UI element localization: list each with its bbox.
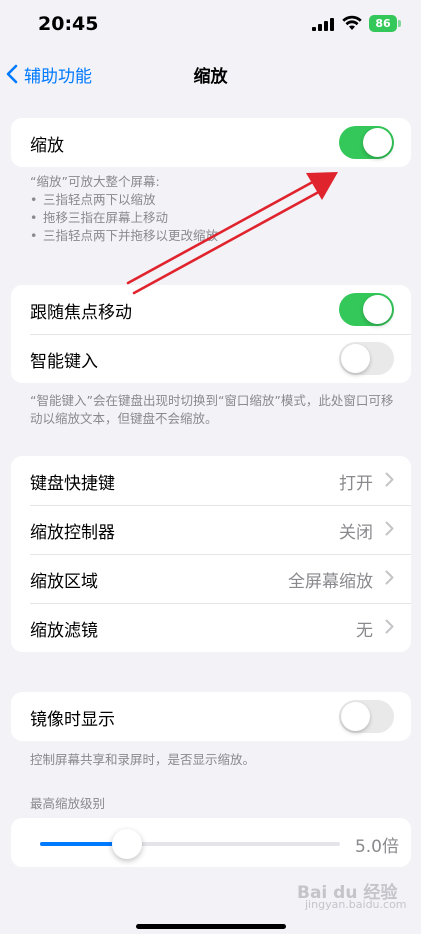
max-zoom-value: 5.0倍	[354, 837, 399, 857]
status-bar: 20:45 86	[0, 0, 421, 50]
zoom-label: 缩放	[30, 136, 64, 156]
option-value: 打开	[339, 474, 373, 494]
navigation-bar: 辅助功能 缩放	[0, 52, 421, 96]
battery-level: 86	[375, 17, 391, 30]
chevron-right-icon	[385, 570, 394, 585]
footnote-bullet: • 拖移三指在屏幕上移动	[30, 210, 169, 225]
footnote-bullet: • 三指轻点两下以缩放	[30, 192, 156, 207]
cellular-signal-icon	[312, 18, 334, 31]
zoom-options-group: 键盘快捷键 打开 缩放控制器 关闭 缩放区域 全屏幕缩放 缩放滤镜 无	[11, 456, 411, 652]
mirroring-label: 镜像时显示	[30, 710, 115, 730]
mirroring-group: 镜像时显示	[11, 692, 411, 741]
footnote-bullet: • 三指轻点两下并拖移以更改缩放	[30, 228, 219, 243]
zoom-row: 缩放	[11, 118, 411, 167]
smart-typing-label: 智能键入	[30, 352, 98, 372]
max-zoom-group: 5.0倍	[11, 818, 411, 867]
watermark-url: jingyan.baidu.com	[305, 898, 407, 911]
option-value: 关闭	[339, 523, 373, 543]
footnote-item: 三指轻点两下以缩放	[43, 192, 156, 207]
mirroring-toggle[interactable]	[339, 700, 394, 733]
battery-icon: 86	[369, 15, 397, 32]
option-label: 缩放滤镜	[30, 621, 98, 641]
max-zoom-header: 最高缩放级别	[30, 796, 106, 811]
focus-group: 跟随焦点移动 智能键入	[11, 285, 411, 383]
zoom-footnote-title: “缩放”可放大整个屏幕:	[30, 174, 160, 189]
chevron-right-icon	[385, 472, 394, 487]
footnote-item: 拖移三指在屏幕上移动	[43, 210, 169, 225]
mirroring-row: 镜像时显示	[11, 692, 411, 741]
option-label: 缩放控制器	[30, 523, 115, 543]
option-label: 键盘快捷键	[30, 474, 115, 494]
smart-typing-row: 智能键入	[11, 334, 411, 383]
page-title: 缩放	[193, 67, 228, 87]
wifi-icon	[342, 15, 362, 30]
slider-thumb[interactable]	[112, 829, 142, 859]
options-row-zoom-filter[interactable]: 缩放滤镜 无	[11, 603, 411, 652]
status-time: 20:45	[38, 13, 99, 35]
toggle-knob	[363, 295, 392, 324]
smart-typing-footnote: “智能键入”会在键盘出现时切换到“窗口缩放”模式，此处窗口可移动以缩放文本，但键…	[30, 393, 394, 426]
toggle-knob	[341, 702, 370, 731]
options-row-zoom-region[interactable]: 缩放区域 全屏幕缩放	[11, 554, 411, 603]
toggle-knob	[341, 344, 370, 373]
smart-typing-toggle[interactable]	[339, 342, 394, 375]
zoom-toggle[interactable]	[339, 126, 394, 159]
zoom-footnote: “缩放”可放大整个屏幕: • 三指轻点两下以缩放 • 拖移三指在屏幕上移动 • 三指轻…	[30, 173, 402, 245]
footnote-item: 三指轻点两下并拖移以更改缩放	[43, 228, 219, 243]
zoom-group: 缩放	[11, 118, 411, 167]
max-zoom-slider[interactable]	[40, 829, 340, 859]
options-row-keyboard-shortcuts[interactable]: 键盘快捷键 打开	[11, 456, 411, 505]
home-indicator[interactable]	[136, 924, 286, 929]
chevron-right-icon	[385, 619, 394, 634]
follow-focus-label: 跟随焦点移动	[30, 303, 132, 323]
follow-focus-row: 跟随焦点移动	[11, 285, 411, 334]
battery-tip	[398, 20, 401, 27]
follow-focus-toggle[interactable]	[339, 293, 394, 326]
mirroring-footnote: 控制屏幕共享和录屏时，是否显示缩放。	[30, 752, 256, 767]
chevron-right-icon	[385, 521, 394, 536]
option-label: 缩放区域	[30, 572, 98, 592]
options-row-zoom-controller[interactable]: 缩放控制器 关闭	[11, 505, 411, 554]
option-value: 无	[356, 621, 373, 641]
option-value: 全屏幕缩放	[288, 572, 373, 592]
toggle-knob	[363, 128, 392, 157]
